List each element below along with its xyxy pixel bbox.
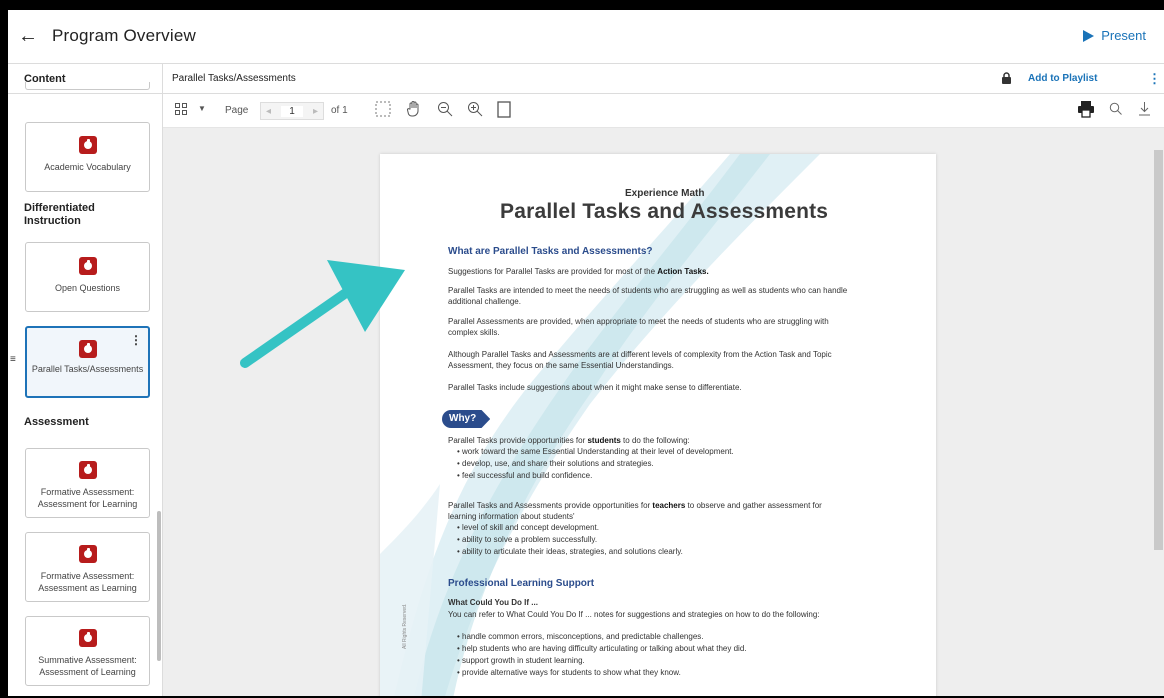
paragraph: Suggestions for Parallel Tasks are provi… — [448, 266, 848, 277]
apple-icon — [78, 545, 97, 563]
sidebar-card-partial[interactable] — [25, 82, 150, 90]
bullet-item: • ability to articulate their ideas, str… — [457, 547, 683, 556]
arrow-left-icon[interactable]: ← — [18, 24, 40, 48]
sidebar-item-label: Academic Vocabulary — [44, 162, 131, 172]
more-vertical-icon[interactable]: ⋮ — [1148, 71, 1161, 87]
section-assessment: Assessment — [24, 416, 89, 428]
paragraph-text: Suggestions for Parallel Tasks are provi… — [448, 267, 658, 276]
sidebar-item-open-questions[interactable]: Open Questions — [25, 242, 150, 312]
thumbnails-icon[interactable] — [175, 103, 187, 115]
sidebar-item-academic-vocabulary[interactable]: Academic Vocabulary — [25, 122, 150, 192]
page-heading: Parallel Tasks and Assessments — [500, 200, 829, 223]
single-page-icon[interactable] — [497, 101, 511, 118]
play-icon — [1083, 29, 1095, 42]
paragraph: Although Parallel Tasks and Assessments … — [448, 350, 832, 370]
paragraph-bold: teachers — [652, 501, 686, 510]
search-icon[interactable] — [1109, 102, 1122, 115]
apple-icon — [78, 136, 97, 154]
zoom-out-icon[interactable] — [437, 101, 453, 117]
sidebar-scrollbar[interactable] — [157, 511, 161, 661]
page-subtitle: Experience Math — [625, 188, 705, 199]
annotation-arrow-icon — [240, 260, 405, 368]
present-button[interactable]: Present — [1083, 28, 1146, 43]
top-bar: ← Program Overview Present — [8, 10, 1164, 64]
document-title: Parallel Tasks/Assessments — [172, 73, 296, 84]
bullet-item: • provide alternative ways for students … — [457, 668, 681, 677]
apple-icon — [78, 257, 97, 275]
paragraph: Parallel Assessments are provided, when … — [448, 317, 829, 337]
pdf-page: Experience Math Parallel Tasks and Asses… — [380, 154, 936, 696]
apple-icon — [78, 461, 97, 479]
sidebar-item-formative-for-learning[interactable]: Formative Assessment: Assessment for Lea… — [25, 448, 150, 518]
section-heading: What are Parallel Tasks and Assessments? — [448, 246, 653, 257]
paragraph: Parallel Tasks and Assessments provide o… — [448, 500, 848, 522]
paragraph-bold: Action Tasks. — [657, 267, 709, 276]
print-icon[interactable] — [1077, 100, 1095, 118]
apple-icon — [78, 629, 97, 647]
sidebar-item-label: Summative Assessment: Assessment of Lear… — [38, 655, 137, 677]
lock-icon — [1002, 72, 1011, 84]
rights-notice: All Rights Reserved. — [402, 603, 408, 649]
section-differentiated: Differentiated Instruction — [24, 202, 95, 227]
document-title-bar: Parallel Tasks/Assessments Add to Playli… — [163, 64, 1164, 94]
page-number-value: 1 — [281, 105, 303, 117]
paragraph-text: Parallel Tasks and Assessments provide o… — [448, 501, 653, 510]
download-icon[interactable] — [1138, 101, 1151, 116]
page-title: Program Overview — [52, 26, 196, 45]
sidebar-item-formative-as-learning[interactable]: Formative Assessment: Assessment as Lear… — [25, 532, 150, 602]
bullet-item: • ability to solve a problem successfull… — [457, 535, 598, 544]
page-label: Page — [225, 105, 249, 116]
bullet-item: • feel successful and build confidence. — [457, 471, 593, 480]
why-badge: Why? — [442, 410, 491, 428]
sidebar-item-label: Open Questions — [54, 283, 121, 293]
content-sidebar[interactable]: Content Academic Vocabulary Differentiat… — [8, 64, 163, 696]
page-number-input[interactable]: ◂ 1 ▸ — [260, 102, 324, 120]
paragraph: Parallel Tasks provide opportunities for… — [448, 435, 848, 446]
paragraph: Parallel Tasks include suggestions about… — [448, 383, 742, 392]
bullet-item: • handle common errors, misconceptions, … — [457, 632, 704, 641]
sidebar-item-label: Formative Assessment: Assessment for Lea… — [37, 487, 138, 509]
page-count: of 1 — [331, 105, 348, 116]
sidebar-item-label: Formative Assessment: Assessment as Lear… — [38, 571, 137, 593]
more-vertical-icon[interactable]: ⋮ — [130, 333, 142, 347]
select-area-icon[interactable] — [375, 101, 391, 117]
viewer-scrollbar[interactable] — [1154, 150, 1163, 550]
pdf-viewer[interactable]: Experience Math Parallel Tasks and Asses… — [163, 128, 1164, 696]
paragraph: You can refer to What Could You Do If ..… — [448, 610, 820, 619]
apple-icon — [78, 340, 97, 358]
bullet-item: • develop, use, and share their solution… — [457, 459, 654, 468]
add-to-playlist-button[interactable]: Add to Playlist — [1028, 73, 1097, 84]
app-frame: ← Program Overview Present Content Acade… — [8, 10, 1164, 696]
hand-pan-icon[interactable] — [406, 100, 422, 118]
next-page-icon[interactable]: ▸ — [313, 106, 318, 117]
zoom-in-icon[interactable] — [467, 101, 483, 117]
subheading: What Could You Do If ... — [448, 598, 538, 607]
drag-handle-icon[interactable]: ≡ — [10, 354, 16, 365]
paragraph-text: Parallel Tasks provide opportunities for — [448, 436, 588, 445]
bullet-item: • level of skill and concept development… — [457, 523, 599, 532]
present-label: Present — [1101, 28, 1146, 43]
paragraph-text: to do the following: — [620, 436, 690, 445]
paragraph: Parallel Tasks are intended to meet the … — [448, 286, 848, 306]
bullet-item: • work toward the same Essential Underst… — [457, 447, 734, 456]
bullet-item: • support growth in student learning. — [457, 656, 585, 665]
sidebar-item-summative-of-learning[interactable]: Summative Assessment: Assessment of Lear… — [25, 616, 150, 686]
section-heading: Professional Learning Support — [448, 578, 595, 589]
bullet-item: • help students who are having difficult… — [457, 644, 747, 653]
prev-page-icon[interactable]: ◂ — [266, 106, 271, 117]
pdf-toolbar: ▼ Page ◂ 1 ▸ of 1 — [163, 94, 1164, 128]
chevron-down-icon[interactable]: ▼ — [198, 104, 206, 113]
sidebar-item-label: Parallel Tasks/Assessments — [31, 364, 144, 374]
sidebar-item-parallel-tasks[interactable]: ⋮ Parallel Tasks/Assessments — [25, 326, 150, 398]
paragraph-bold: students — [587, 436, 621, 445]
